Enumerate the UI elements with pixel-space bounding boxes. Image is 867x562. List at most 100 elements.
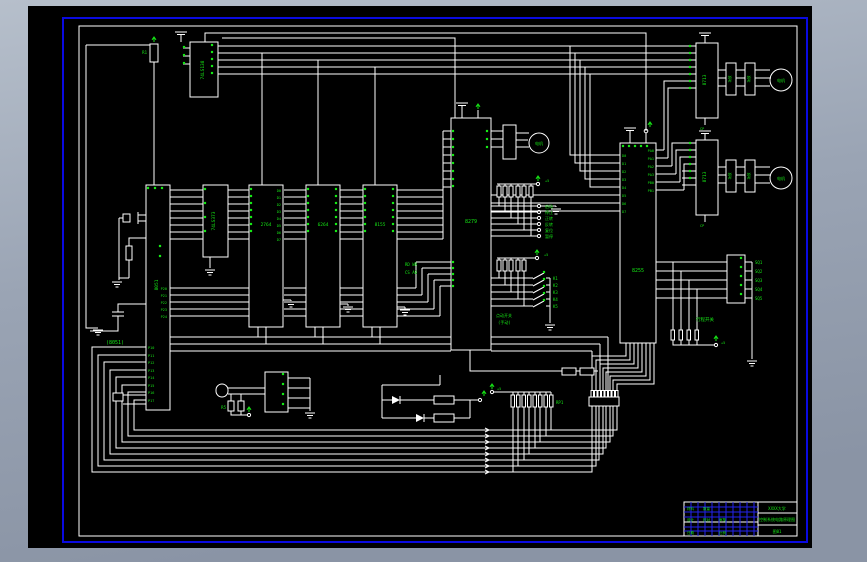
key-label-reset: 复位 — [545, 227, 553, 233]
u8-pin-d4: D4 — [622, 186, 626, 190]
u8-pin-pb1: PB1 — [648, 189, 654, 193]
u7-ctrl-label-1: RD WR — [405, 262, 418, 267]
ic-u5-label: 6264 — [318, 222, 329, 228]
limit-switch-block — [726, 254, 746, 304]
resistor-reset — [125, 245, 133, 261]
crystal — [122, 213, 131, 223]
motor-3-label: 电机 — [777, 175, 785, 181]
key-label-k2: K2 — [553, 283, 558, 288]
mcu-pin-p13: P13 — [148, 369, 154, 373]
resistor-r1-label: R1 — [142, 50, 147, 55]
key-label-k1: K1 — [553, 276, 558, 281]
u8-pin-d3: D3 — [622, 178, 626, 182]
u8-pin-pa3: PA3 — [648, 173, 654, 177]
vcc-label-1: +5 — [545, 179, 549, 183]
u7-ctrl-label-2: CS A0 — [405, 270, 418, 275]
amp-2-label: 功放 — [746, 75, 751, 83]
key-label-k5: K5 — [553, 304, 558, 309]
u8-pin-d5: D5 — [622, 194, 626, 198]
mcu-pin-p11: P11 — [148, 354, 154, 358]
key-label-rev: 反转 — [545, 221, 553, 227]
limit-sq4: SQ4 — [755, 287, 763, 292]
motor-2-label: 电机 — [777, 77, 785, 83]
reset-button — [112, 392, 124, 402]
ic-u7-keydisp — [450, 117, 492, 351]
motor-1-label: 电机 — [535, 140, 543, 146]
connector-header — [588, 390, 620, 407]
title-block-number: 图01 — [773, 528, 782, 534]
title-cell-audit: 审核 — [719, 517, 727, 522]
mcu-pin-p23: P23 — [161, 308, 167, 312]
u8-pin-pa0: PA0 — [648, 149, 654, 153]
keys-caption-2: (手动) — [498, 319, 511, 325]
mcu-pin-p16: P16 — [148, 391, 154, 395]
buzzer-driver-block — [502, 124, 517, 160]
u8-pin-pa1: PA1 — [648, 157, 654, 161]
limit-sq3: SQ3 — [755, 278, 763, 283]
driver-2-clk-label: CP — [700, 224, 704, 228]
ic-u6-io — [362, 184, 398, 328]
title-cell-material: 材料 — [687, 506, 695, 511]
u4-pin-d4: D4 — [277, 217, 281, 221]
cad-viewer-window: 74LS138 8051 (8051) 74LS373 2764 6264 81… — [0, 0, 867, 562]
dip-switch-block — [264, 371, 289, 413]
limit-caption: 行程开关 — [696, 316, 714, 323]
u4-pin-d3: D3 — [277, 210, 281, 214]
resistor-r1 — [149, 43, 159, 63]
u4-pin-d2: D2 — [277, 203, 281, 207]
title-block-org: XXXX大学 — [768, 505, 786, 511]
u8-pin-pa2: PA2 — [648, 165, 654, 169]
resistor-r3 — [433, 395, 455, 405]
resistor-r5 — [227, 400, 235, 412]
u4-pin-d7: D7 — [277, 238, 281, 242]
key-label-stop: 停止 — [545, 209, 553, 215]
title-block-title: 控制系统电路原理图 — [759, 516, 795, 522]
title-cell-date: 日期 — [687, 530, 695, 535]
mcu-pin-p22: P22 — [161, 301, 167, 305]
ic-u9-label: 8713 — [702, 74, 708, 85]
u8-pin-d1: D1 — [622, 162, 626, 166]
u8-pin-d2: D2 — [622, 170, 626, 174]
limit-sq5: SQ5 — [755, 296, 763, 301]
key-label-start: 启动 — [545, 203, 553, 209]
pullup-label: RP1 — [556, 400, 564, 405]
key-label-k4: K4 — [553, 297, 558, 302]
resistor-network-rn2 — [496, 259, 527, 272]
u8-pin-d0: D0 — [622, 154, 626, 158]
mcu-pin-p10: P10 — [148, 346, 154, 350]
capacitor-c5 — [237, 400, 245, 412]
schematic-canvas: 74LS138 8051 (8051) 74LS373 2764 6264 81… — [0, 0, 867, 562]
mcu-pin-p14: P14 — [148, 376, 154, 380]
amp-3-label: 功放 — [727, 172, 732, 180]
ic-u1-label: 74LS138 — [200, 60, 206, 79]
resistor-r5-label: R5 — [221, 405, 226, 410]
ic-u10-label: 8713 — [702, 171, 708, 182]
mcu-pin-p20: P20 — [161, 287, 167, 291]
limit-sq2: SQ2 — [755, 269, 763, 274]
vcc-label-4: +5 — [721, 341, 725, 345]
keys-caption-1: 点动开关 — [496, 312, 512, 318]
ic-u8-label: 8255 — [632, 268, 644, 274]
amp-1-label: 功放 — [727, 75, 732, 83]
title-cell-check: 校对 — [703, 517, 711, 522]
mcu-pin-p12: P12 — [148, 361, 154, 365]
ic-u2-caption: (8051) — [106, 340, 124, 346]
u4-pin-d6: D6 — [277, 231, 281, 235]
limit-sq1: SQ1 — [755, 260, 763, 265]
key-label-fwd: 正转 — [545, 215, 553, 221]
mcu-pin-p15: P15 — [148, 384, 154, 388]
ic-u6-label: 8155 — [375, 222, 386, 228]
u8-pin-d7: D7 — [622, 210, 626, 214]
driver-1-clk-label: CP — [700, 127, 704, 131]
mcu-pin-p17: P17 — [148, 399, 154, 403]
u4-pin-d5: D5 — [277, 224, 281, 228]
key-label-k3: K3 — [553, 290, 558, 295]
amp-4-label: 功放 — [746, 172, 751, 180]
u8-pin-pb0: PB0 — [648, 181, 654, 185]
title-cell-scale: 比例 — [719, 530, 727, 535]
title-cell-qty: 数量 — [703, 506, 711, 511]
title-cell-design: 设计 — [687, 517, 695, 522]
u4-pin-d0: D0 — [277, 189, 281, 193]
u4-pin-d1: D1 — [277, 196, 281, 200]
key-label-pause: 暂停 — [545, 233, 553, 239]
